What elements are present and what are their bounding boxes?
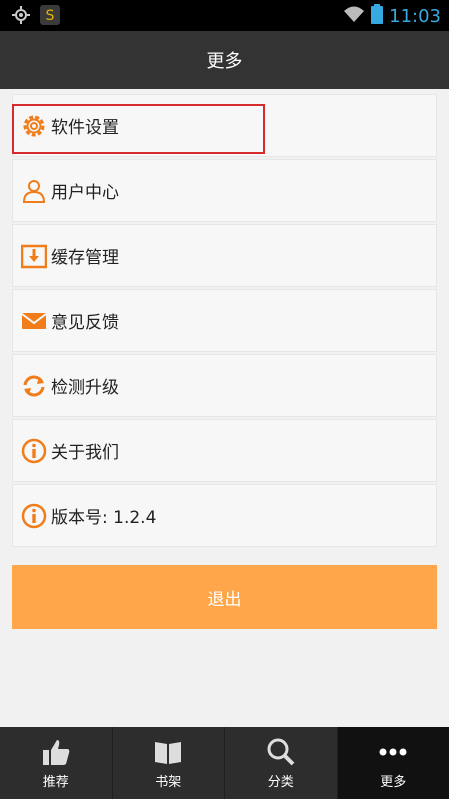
refresh-icon (21, 373, 47, 399)
thumbs-up-icon (41, 737, 71, 767)
info-icon (21, 503, 47, 529)
menu-item-cache[interactable]: 缓存管理 (12, 224, 437, 287)
battery-icon (371, 4, 384, 28)
menu-item-version: 版本号: 1.2.4 (12, 484, 437, 547)
bottom-nav: 推荐 书架 分类 更多 (0, 727, 449, 799)
menu-item-label: 意见反馈 (51, 313, 119, 333)
download-box-icon (21, 243, 47, 269)
settings-menu: 软件设置 用户中心 缓存管理 意见反馈 检测升级 关于我们 版本号: 1.2.4 (12, 94, 437, 549)
page-header: 更多 (0, 31, 449, 89)
nav-item-recommend[interactable]: 推荐 (0, 727, 113, 799)
menu-item-settings[interactable]: 软件设置 (12, 94, 437, 157)
search-icon (266, 737, 296, 767)
nav-item-label: 更多 (380, 774, 407, 790)
nav-item-bookshelf[interactable]: 书架 (113, 727, 225, 799)
menu-item-label: 缓存管理 (51, 248, 119, 268)
mail-icon (21, 308, 47, 334)
nav-item-label: 分类 (267, 774, 294, 790)
nav-item-label: 书架 (155, 774, 182, 790)
nav-item-label: 推荐 (42, 774, 69, 790)
wifi-icon (343, 5, 365, 27)
app-notification-icon: S (40, 5, 60, 29)
svg-text:S: S (46, 8, 55, 24)
menu-item-label: 关于我们 (51, 443, 119, 463)
menu-item-feedback[interactable]: 意见反馈 (12, 289, 437, 352)
menu-item-check-update[interactable]: 检测升级 (12, 354, 437, 417)
book-icon (153, 737, 183, 767)
menu-item-about[interactable]: 关于我们 (12, 419, 437, 482)
nav-item-more[interactable]: 更多 (337, 727, 449, 799)
menu-item-label: 用户中心 (51, 183, 119, 203)
logout-button[interactable]: 退出 (12, 565, 437, 629)
page-title: 更多 (206, 51, 243, 72)
status-time: 11:03 (389, 5, 441, 27)
menu-item-label: 软件设置 (51, 118, 119, 138)
more-dots-icon (378, 737, 408, 767)
location-icon (12, 6, 30, 28)
gear-icon (21, 113, 47, 139)
status-bar: S 11:03 (0, 0, 449, 31)
version-label: 版本号: 1.2.4 (51, 508, 157, 528)
menu-item-label: 检测升级 (51, 378, 119, 398)
user-icon (21, 178, 47, 204)
nav-item-category[interactable]: 分类 (225, 727, 338, 799)
menu-item-user-center[interactable]: 用户中心 (12, 159, 437, 222)
info-icon (21, 438, 47, 464)
